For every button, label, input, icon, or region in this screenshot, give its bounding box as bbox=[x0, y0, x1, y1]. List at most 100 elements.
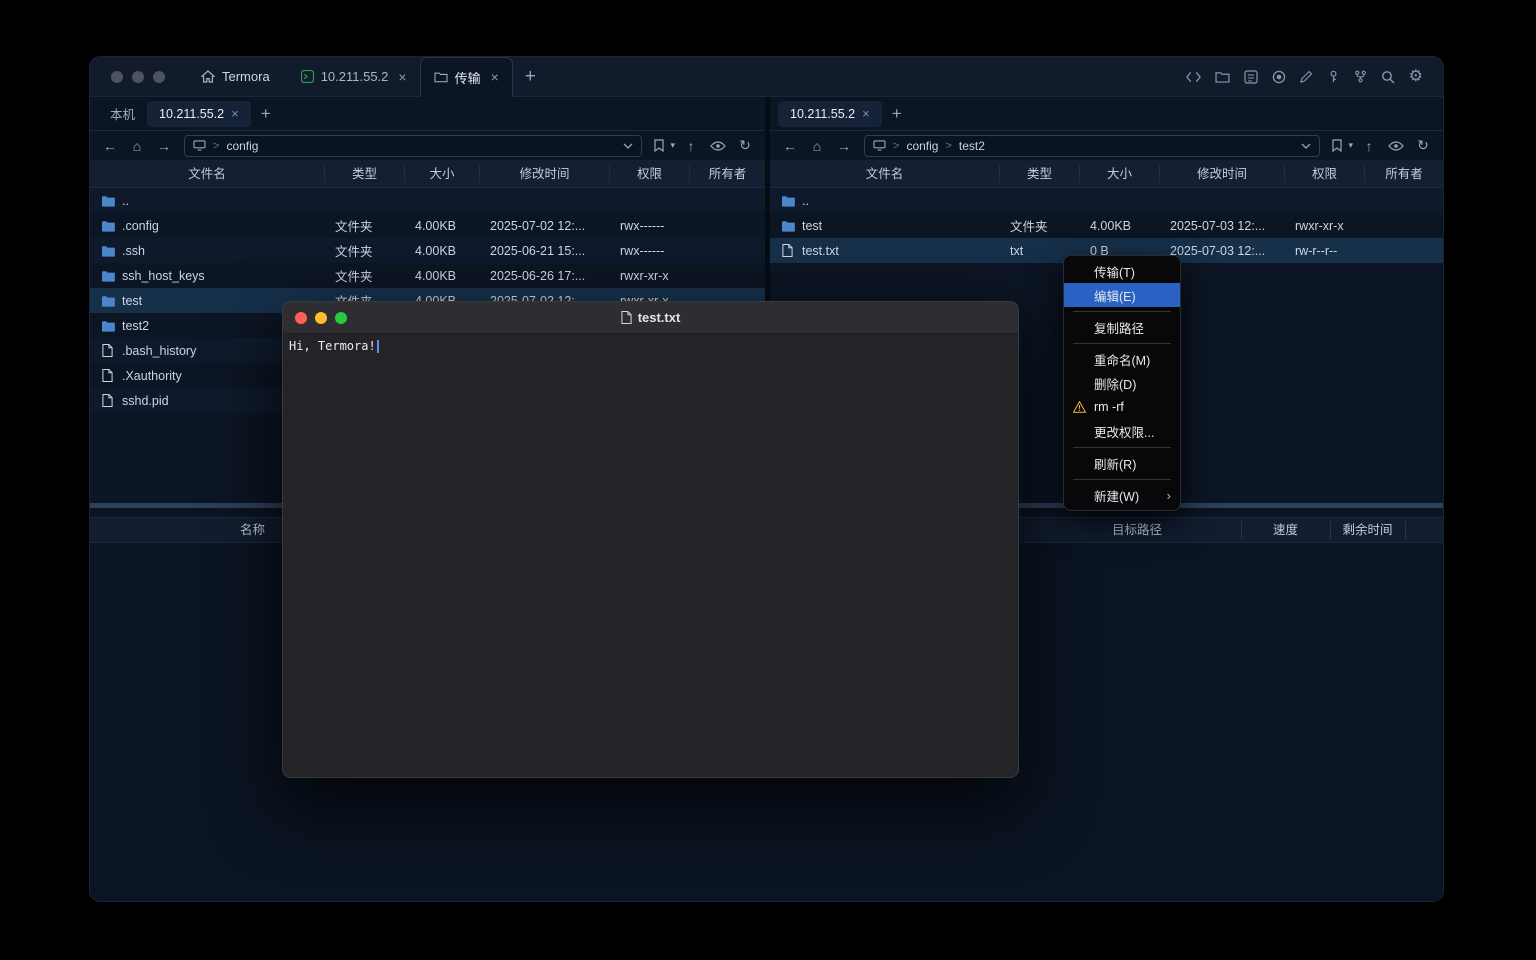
path-bar[interactable]: > config bbox=[184, 135, 642, 157]
home-icon bbox=[201, 70, 215, 83]
home-icon[interactable]: ⌂ bbox=[126, 138, 148, 154]
maximize-window-button[interactable] bbox=[335, 312, 347, 324]
close-window-button[interactable] bbox=[295, 312, 307, 324]
col-target-path[interactable]: 目标路径 bbox=[1033, 518, 1241, 542]
titlebar: Termora 10.211.55.2 × 传输 × + bbox=[90, 57, 1443, 97]
warning-icon bbox=[1073, 401, 1086, 413]
col-type[interactable]: 类型 bbox=[325, 165, 405, 183]
folder-icon[interactable] bbox=[1215, 71, 1230, 83]
col-type[interactable]: 类型 bbox=[1000, 165, 1080, 183]
close-tab-icon[interactable]: × bbox=[491, 69, 499, 85]
right-table-header: 文件名 类型 大小 修改时间 权限 所有者 bbox=[770, 160, 1443, 188]
bookmark-icon[interactable] bbox=[1329, 139, 1345, 152]
menu-item-rename[interactable]: 重命名(M) bbox=[1064, 347, 1180, 371]
maximize-window-button[interactable] bbox=[153, 71, 165, 83]
editor-window-controls[interactable] bbox=[295, 312, 347, 324]
home-icon[interactable]: ⌂ bbox=[806, 138, 828, 154]
col-modified[interactable]: 修改时间 bbox=[480, 165, 610, 183]
editor-title: test.txt bbox=[621, 310, 681, 325]
col-modified[interactable]: 修改时间 bbox=[1160, 165, 1285, 183]
show-hidden-eye-icon[interactable] bbox=[1385, 141, 1407, 151]
editor-content[interactable]: Hi, Termora! bbox=[283, 334, 1018, 358]
menu-item-refresh[interactable]: 刷新(R) bbox=[1064, 451, 1180, 475]
key-icon[interactable] bbox=[1327, 70, 1340, 83]
path-segment[interactable]: config bbox=[226, 139, 258, 153]
col-filename[interactable]: 文件名 bbox=[90, 165, 325, 183]
refresh-icon[interactable]: ↻ bbox=[734, 137, 756, 154]
new-tab-button[interactable]: + bbox=[525, 66, 536, 88]
file-row[interactable]: ssh_host_keys 文件夹 4.00KB 2025-06-26 17:.… bbox=[90, 263, 765, 288]
back-icon[interactable]: ← bbox=[779, 138, 801, 154]
folder-icon bbox=[780, 195, 795, 207]
bookmark-dropdown-icon[interactable]: ▾ bbox=[670, 140, 675, 151]
col-size[interactable]: 大小 bbox=[1080, 165, 1160, 183]
tab-host-session[interactable]: 10.211.55.2 × bbox=[288, 57, 420, 97]
tab-local[interactable]: 本机 bbox=[98, 101, 147, 127]
upload-icon[interactable]: ↑ bbox=[1358, 138, 1380, 154]
upload-icon[interactable]: ↑ bbox=[680, 138, 702, 154]
menu-item-copy-path[interactable]: 复制路径 bbox=[1064, 315, 1180, 339]
path-separator: > bbox=[945, 140, 951, 152]
col-owner[interactable]: 所有者 bbox=[690, 165, 765, 183]
folder-icon bbox=[100, 270, 115, 282]
window-controls[interactable] bbox=[90, 71, 183, 83]
tab-label: 本机 bbox=[110, 104, 135, 123]
path-segment[interactable]: test2 bbox=[959, 139, 985, 153]
close-window-button[interactable] bbox=[111, 71, 123, 83]
menu-item-rm-rf[interactable]: rm -rf bbox=[1064, 395, 1180, 419]
col-remaining[interactable]: 剩余时间 bbox=[1330, 518, 1405, 542]
chevron-down-icon[interactable] bbox=[1301, 143, 1311, 149]
terminal-icon bbox=[301, 70, 314, 83]
col-filename[interactable]: 文件名 bbox=[770, 165, 1000, 183]
menu-item-transfer[interactable]: 传输(T) bbox=[1064, 259, 1180, 283]
branch-icon[interactable] bbox=[1354, 70, 1367, 83]
menu-item-change-permissions[interactable]: 更改权限... bbox=[1064, 419, 1180, 443]
tab-remote-host[interactable]: 10.211.55.2 × bbox=[147, 101, 251, 127]
minimize-window-button[interactable] bbox=[132, 71, 144, 83]
col-perms[interactable]: 权限 bbox=[610, 165, 690, 183]
editor-window: test.txt Hi, Termora! bbox=[282, 301, 1019, 778]
menu-item-new[interactable]: 新建(W) › bbox=[1064, 483, 1180, 507]
editor-titlebar[interactable]: test.txt bbox=[283, 302, 1018, 334]
settings-icon[interactable]: ⚙ bbox=[1409, 69, 1423, 85]
col-speed[interactable]: 速度 bbox=[1241, 518, 1330, 542]
menu-item-edit[interactable]: 编辑(E) bbox=[1064, 283, 1180, 307]
record-icon[interactable] bbox=[1272, 70, 1286, 84]
path-separator: > bbox=[213, 140, 219, 152]
path-segment[interactable]: config bbox=[906, 139, 938, 153]
show-hidden-eye-icon[interactable] bbox=[707, 141, 729, 151]
new-pane-tab-button[interactable]: + bbox=[892, 104, 902, 124]
back-icon[interactable]: ← bbox=[99, 138, 121, 154]
file-row[interactable]: .config 文件夹 4.00KB 2025-07-02 12:... rwx… bbox=[90, 213, 765, 238]
file-row[interactable]: .. bbox=[90, 188, 765, 213]
app-home-tab[interactable]: Termora bbox=[183, 69, 288, 84]
code-icon[interactable] bbox=[1186, 71, 1201, 83]
file-row[interactable]: .. bbox=[770, 188, 1443, 213]
file-row[interactable]: test 文件夹 4.00KB 2025-07-03 12:... rwxr-x… bbox=[770, 213, 1443, 238]
close-tab-icon[interactable]: × bbox=[862, 106, 870, 121]
path-bar[interactable]: > config > test2 bbox=[864, 135, 1320, 157]
forward-icon[interactable]: → bbox=[833, 138, 855, 154]
file-row[interactable]: .ssh 文件夹 4.00KB 2025-06-21 15:... rwx---… bbox=[90, 238, 765, 263]
bookmark-dropdown-icon[interactable]: ▾ bbox=[1348, 140, 1353, 151]
close-tab-icon[interactable]: × bbox=[398, 69, 406, 85]
tab-remote-host[interactable]: 10.211.55.2 × bbox=[778, 101, 882, 127]
minimize-window-button[interactable] bbox=[315, 312, 327, 324]
col-perms[interactable]: 权限 bbox=[1285, 165, 1365, 183]
menu-item-delete[interactable]: 删除(D) bbox=[1064, 371, 1180, 395]
bookmark-icon[interactable] bbox=[651, 139, 667, 152]
tab-transfer[interactable]: 传输 × bbox=[420, 57, 513, 97]
search-icon[interactable] bbox=[1381, 70, 1395, 84]
col-size[interactable]: 大小 bbox=[405, 165, 480, 183]
refresh-icon[interactable]: ↻ bbox=[1412, 137, 1434, 154]
close-tab-icon[interactable]: × bbox=[231, 106, 239, 121]
computer-icon bbox=[193, 140, 206, 151]
pencil-icon[interactable] bbox=[1300, 70, 1313, 83]
new-pane-tab-button[interactable]: + bbox=[261, 104, 271, 124]
file-name: sshd.pid bbox=[122, 394, 169, 408]
log-icon[interactable] bbox=[1244, 70, 1258, 84]
chevron-down-icon[interactable] bbox=[623, 143, 633, 149]
context-menu: 传输(T) 编辑(E) 复制路径 重命名(M) 删除(D) rm -rf 更改权… bbox=[1063, 255, 1181, 511]
col-owner[interactable]: 所有者 bbox=[1365, 165, 1443, 183]
forward-icon[interactable]: → bbox=[153, 138, 175, 154]
